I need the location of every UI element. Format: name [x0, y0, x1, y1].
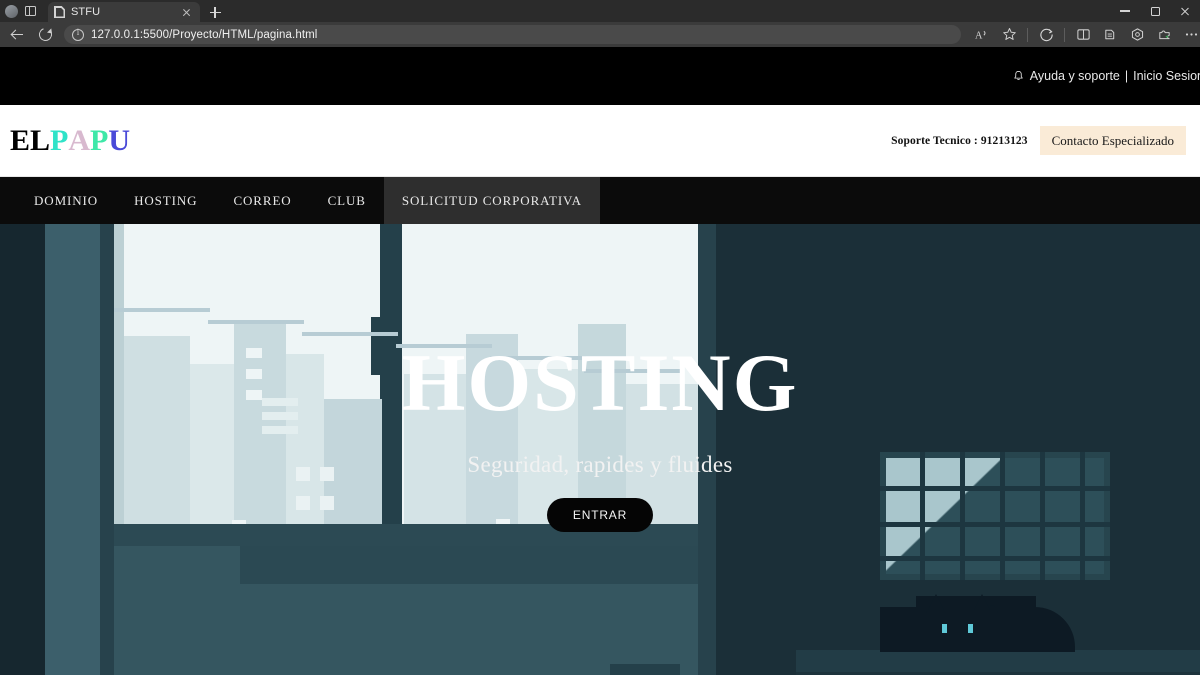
- extensions-icon: [1158, 30, 1170, 40]
- nav-item-hosting[interactable]: HOSTING: [116, 177, 215, 224]
- tabstrip-left-icons: [0, 0, 40, 22]
- logo-letter-2: L: [30, 123, 51, 157]
- browser-essentials-icon: [1131, 28, 1143, 41]
- collections-button[interactable]: [1097, 24, 1123, 45]
- page-icon: [54, 6, 65, 18]
- topbar-links: Ayuda y soporte | Inicio Sesion: [1013, 69, 1200, 83]
- read-aloud-icon: A: [975, 30, 986, 41]
- toolbar-separator: [1027, 27, 1028, 42]
- hero-section: HOSTING Seguridad, rapides y fluides ENT…: [0, 224, 1200, 675]
- nav-item-club[interactable]: CLUB: [310, 177, 384, 224]
- address-bar[interactable]: 127.0.0.1:5500/Proyecto/HTML/pagina.html: [64, 25, 961, 44]
- profile-avatar-icon[interactable]: [5, 4, 18, 18]
- bell-icon: [1013, 70, 1024, 82]
- logo-letter-1: E: [10, 123, 31, 157]
- logo-letter-4: A: [68, 123, 91, 157]
- settings-more-icon: [1185, 33, 1197, 36]
- logo-letter-6: U: [108, 123, 131, 157]
- browser-toolbar: 127.0.0.1:5500/Proyecto/HTML/pagina.html…: [0, 22, 1200, 47]
- utility-topbar: Ayuda y soporte | Inicio Sesion: [0, 47, 1200, 105]
- tab-title: STFU: [71, 6, 101, 18]
- close-window-button[interactable]: [1170, 0, 1200, 22]
- web-page: Ayuda y soporte | Inicio Sesion E L P A …: [0, 47, 1200, 675]
- url-text: 127.0.0.1:5500/Proyecto/HTML/pagina.html: [91, 28, 318, 41]
- close-icon[interactable]: [180, 5, 194, 19]
- site-header: E L P A P U Soporte Tecnico : 91213123 C…: [0, 105, 1200, 177]
- toolbar-right-icons: A: [969, 24, 1200, 45]
- help-support-link[interactable]: Ayuda y soporte: [1030, 69, 1120, 83]
- maximize-icon: [1150, 6, 1160, 16]
- copilot-icon: [1039, 28, 1053, 42]
- back-icon: [11, 28, 24, 41]
- site-info-icon[interactable]: [72, 27, 84, 41]
- browser-window: STFU 127.0.0.1:5500/Proyecto/HTML/pagina…: [0, 0, 1200, 675]
- topbar-separator: |: [1124, 69, 1129, 83]
- collections-icon: [1104, 29, 1114, 40]
- logo-letter-5: P: [90, 123, 109, 157]
- settings-more-button[interactable]: [1178, 24, 1200, 45]
- favorites-button[interactable]: [996, 24, 1022, 45]
- minimize-button[interactable]: [1110, 0, 1140, 22]
- extensions-button[interactable]: [1151, 24, 1177, 45]
- split-screen-icon: [1076, 29, 1090, 40]
- workspaces-icon: [24, 6, 36, 16]
- svg-text:A: A: [975, 30, 983, 41]
- browser-tab[interactable]: STFU: [48, 2, 200, 22]
- back-button[interactable]: [4, 24, 30, 45]
- close-window-icon: [1180, 6, 1190, 16]
- nav-item-correo[interactable]: CORREO: [215, 177, 309, 224]
- login-link[interactable]: Inicio Sesion: [1133, 69, 1200, 83]
- maximize-button[interactable]: [1140, 0, 1170, 22]
- hero-illustration: [0, 224, 1200, 675]
- support-phone-text: Soporte Tecnico : 91213123: [891, 134, 1028, 147]
- copilot-button[interactable]: [1033, 24, 1059, 45]
- site-logo[interactable]: E L P A P U: [10, 123, 131, 157]
- new-tab-button[interactable]: [204, 2, 226, 22]
- main-navigation: DOMINIO HOSTING CORREO CLUB SOLICITUD CO…: [0, 177, 1200, 224]
- refresh-icon: [36, 25, 54, 44]
- nav-item-solicitud-corporativa[interactable]: SOLICITUD CORPORATIVA: [383, 177, 600, 224]
- favorites-star-icon: [1002, 28, 1016, 40]
- toolbar-separator-2: [1064, 27, 1065, 42]
- refresh-button[interactable]: [32, 24, 58, 45]
- browser-essentials-button[interactable]: [1124, 24, 1150, 45]
- contact-specialist-button[interactable]: Contacto Especializado: [1039, 126, 1186, 155]
- minimize-icon: [1120, 10, 1130, 12]
- header-right: Soporte Tecnico : 91213123 Contacto Espe…: [891, 126, 1186, 155]
- browser-tab-strip: STFU: [0, 0, 1200, 22]
- read-aloud-button[interactable]: A: [969, 24, 995, 45]
- enter-button[interactable]: ENTRAR: [546, 498, 654, 532]
- nav-item-dominio[interactable]: DOMINIO: [16, 177, 116, 224]
- logo-letter-3: P: [50, 123, 69, 157]
- window-controls: [1110, 0, 1200, 22]
- workspaces-button[interactable]: [20, 3, 40, 20]
- split-screen-button[interactable]: [1070, 24, 1096, 45]
